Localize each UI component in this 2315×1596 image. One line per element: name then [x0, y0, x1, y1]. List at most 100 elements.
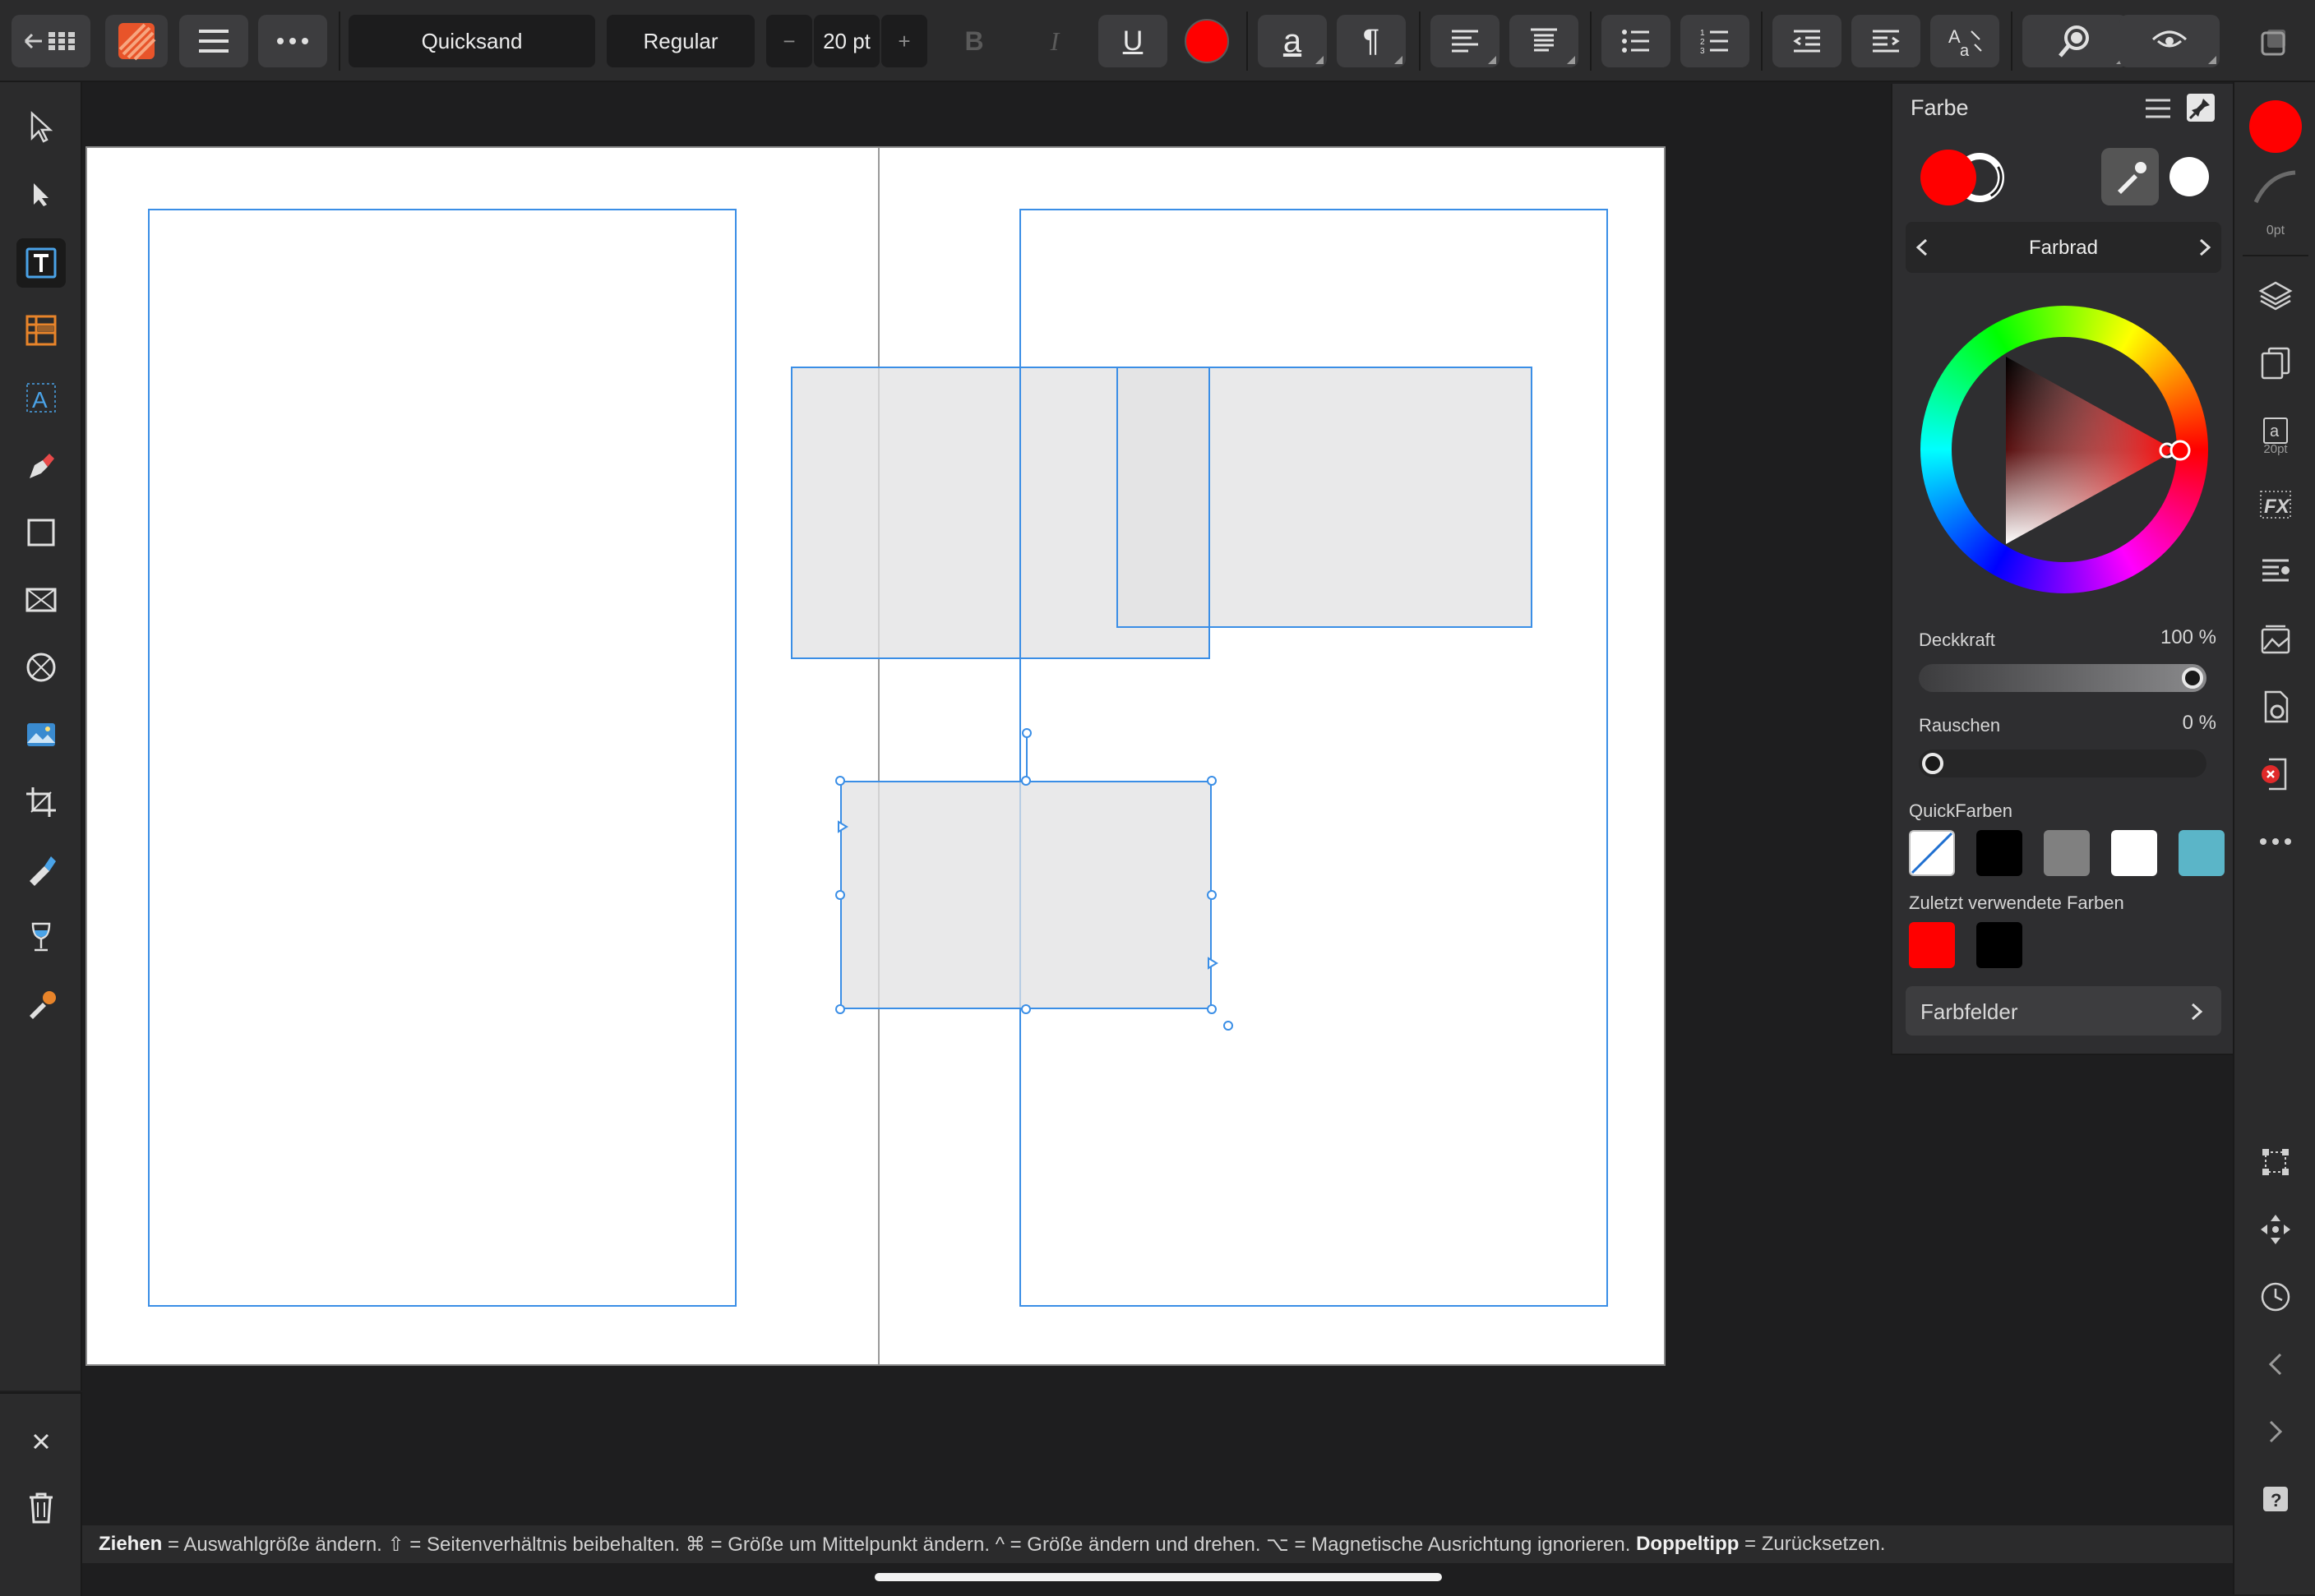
text-in-port-icon[interactable] — [837, 820, 848, 833]
preview-eye-icon — [2151, 30, 2188, 48]
picture-frame-tool[interactable] — [16, 575, 66, 625]
vector-brush-tool[interactable] — [16, 845, 66, 894]
document-menu-button[interactable] — [179, 15, 248, 67]
bold-button[interactable]: B — [954, 15, 995, 67]
underline-button[interactable]: U — [1098, 15, 1167, 67]
resize-handle[interactable] — [835, 890, 845, 900]
opacity-slider[interactable] — [1919, 664, 2206, 692]
stroke-icon[interactable] — [2253, 169, 2299, 205]
align-left-button[interactable] — [1430, 15, 1499, 67]
quick-color-swatch[interactable] — [1909, 830, 1955, 876]
noise-slider[interactable] — [1919, 750, 2206, 777]
move-tool[interactable] — [16, 102, 66, 151]
crop-tool[interactable] — [16, 777, 66, 827]
vertical-align-button[interactable] — [1509, 15, 1578, 67]
place-image-tool[interactable] — [16, 710, 66, 759]
shape-rectangle[interactable] — [1116, 367, 1532, 628]
noise-slider-knob[interactable] — [1922, 753, 1943, 774]
eyedropper-button[interactable] — [2101, 148, 2159, 205]
svg-text:a: a — [2270, 422, 2280, 441]
layers-panel-button[interactable] — [2251, 271, 2300, 321]
recent-color-swatch[interactable] — [1976, 922, 2022, 968]
zoom-button[interactable] — [2022, 15, 2128, 67]
increase-indent-button[interactable] — [1851, 15, 1920, 67]
preflight-button[interactable] — [2251, 750, 2300, 799]
current-fill-color-icon[interactable] — [2248, 99, 2303, 155]
pen-tool[interactable] — [16, 441, 66, 490]
decrease-indent-button[interactable] — [1772, 15, 1841, 67]
quick-color-swatch[interactable] — [2179, 830, 2225, 876]
no-fill-swatch-icon[interactable] — [2169, 156, 2210, 197]
color-mode-selector[interactable]: Farbrad — [1906, 222, 2221, 273]
more-menu-button[interactable] — [258, 15, 327, 67]
selected-rectangle[interactable] — [840, 781, 1212, 1009]
preview-mode-button[interactable] — [2119, 15, 2220, 67]
node-tool[interactable] — [16, 169, 66, 219]
help-button[interactable]: ? — [2251, 1474, 2300, 1524]
italic-button[interactable]: I — [1034, 15, 1075, 67]
saturation-triangle[interactable] — [1920, 306, 2208, 593]
document-settings-button[interactable] — [2251, 682, 2300, 731]
opacity-slider-knob[interactable] — [2182, 667, 2203, 689]
color-picker-tool[interactable] — [16, 980, 66, 1029]
font-size-field[interactable]: 20 pt — [814, 15, 880, 67]
font-size-decrease-button[interactable]: − — [766, 15, 812, 67]
back-to-documents-button[interactable] — [12, 15, 90, 67]
quick-color-swatch[interactable] — [1976, 830, 2022, 876]
resize-handle[interactable] — [835, 1004, 845, 1014]
resize-handle[interactable] — [1207, 1004, 1217, 1014]
chevron-right-icon[interactable] — [2198, 238, 2211, 256]
ellipse-frame-tool[interactable] — [16, 643, 66, 692]
quick-color-swatch[interactable] — [2111, 830, 2157, 876]
resize-handle[interactable] — [1021, 776, 1031, 786]
effects-panel-button[interactable]: FX — [2251, 480, 2300, 529]
rectangle-tool[interactable] — [16, 508, 66, 557]
home-indicator[interactable] — [875, 1573, 1442, 1581]
artistic-text-tool[interactable]: A — [16, 373, 66, 422]
table-tool[interactable] — [16, 306, 66, 355]
close-button[interactable] — [16, 1417, 66, 1466]
navigator-button[interactable] — [2251, 1205, 2300, 1254]
text-out-port-icon[interactable] — [1207, 957, 1218, 970]
quick-color-swatch[interactable] — [2044, 830, 2090, 876]
resize-handle[interactable] — [1021, 1004, 1031, 1014]
text-style-button[interactable]: Aa — [1930, 15, 1999, 67]
delete-button[interactable] — [16, 1483, 66, 1532]
swatches-button[interactable]: Farbfelder — [1906, 986, 2221, 1036]
more-panels-button[interactable] — [2251, 817, 2300, 866]
redo-button[interactable] — [2251, 1407, 2300, 1456]
recent-color-swatch[interactable] — [1909, 922, 1955, 968]
undo-button[interactable] — [2251, 1340, 2300, 1389]
resource-manager-button[interactable] — [2251, 615, 2300, 664]
spine-guide — [878, 148, 880, 1364]
chevron-left-icon[interactable] — [1915, 238, 1929, 256]
history-button[interactable] — [2251, 1272, 2300, 1322]
bullet-list-button[interactable] — [1601, 15, 1670, 67]
text-styles-panel-button[interactable] — [2251, 547, 2300, 597]
panel-menu-icon[interactable] — [2144, 97, 2172, 120]
magnifier-icon — [2059, 25, 2089, 58]
pin-panel-button[interactable] — [2187, 94, 2215, 122]
rotate-corner-handle[interactable] — [1223, 1021, 1233, 1031]
fill-stroke-selector[interactable] — [1917, 146, 2016, 209]
font-size-increase-button[interactable]: + — [881, 15, 927, 67]
resize-handle[interactable] — [835, 776, 845, 786]
font-style-field[interactable]: Regular — [607, 15, 755, 67]
resize-handle[interactable] — [1207, 890, 1217, 900]
text-color-button[interactable] — [1184, 18, 1230, 64]
fill-tool[interactable] — [16, 912, 66, 962]
transform-panel-button[interactable] — [2251, 1137, 2300, 1187]
pages-panel-button[interactable] — [2251, 339, 2300, 388]
rotation-handle[interactable] — [1022, 728, 1032, 738]
app-menu-button[interactable] — [105, 15, 168, 67]
frame-text-tool[interactable] — [16, 238, 66, 288]
hint-drag-label: Ziehen — [99, 1533, 163, 1555]
resize-handle[interactable] — [1207, 776, 1217, 786]
fullscreen-button[interactable] — [2256, 26, 2289, 59]
numbered-list-button[interactable]: 123 — [1680, 15, 1749, 67]
character-panel-button[interactable]: a — [1258, 15, 1327, 67]
font-family-field[interactable]: Quicksand — [349, 15, 595, 67]
paragraph-panel-button[interactable]: ¶ — [1337, 15, 1406, 67]
document-spread[interactable] — [85, 146, 1666, 1366]
opacity-value: 100 % — [2160, 626, 2216, 648]
